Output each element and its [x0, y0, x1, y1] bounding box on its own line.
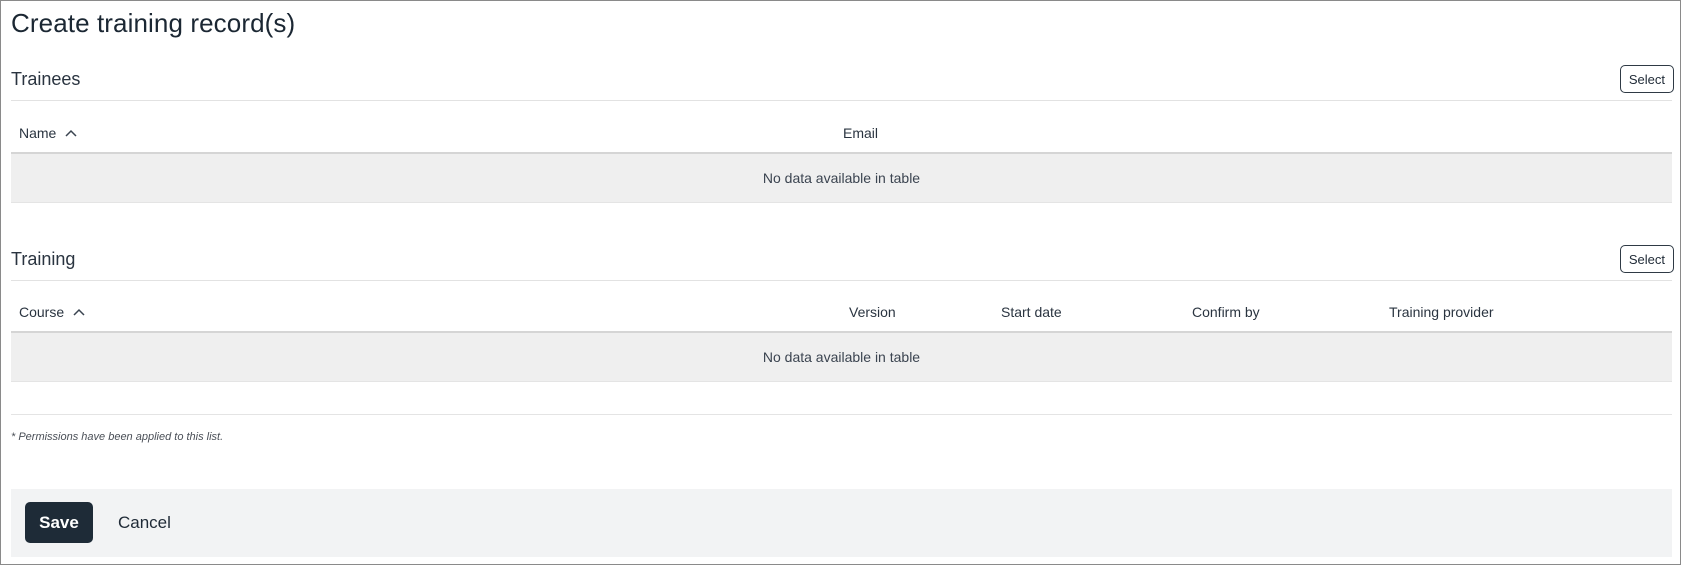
permissions-note: * Permissions have been applied to this … — [11, 431, 224, 443]
column-header-start-date[interactable]: Start date — [1001, 304, 1062, 320]
dialog-frame: Create training record(s) Trainees Selec… — [0, 0, 1681, 565]
page-title: Create training record(s) — [11, 8, 296, 38]
column-header-training-provider[interactable]: Training provider — [1389, 304, 1494, 320]
training-table-header: Course Version Start date Confirm by Tra… — [11, 281, 1672, 333]
training-empty-message: No data available in table — [762, 349, 921, 365]
training-table: Course Version Start date Confirm by Tra… — [11, 281, 1672, 382]
footer-bar: Save Cancel — [11, 489, 1672, 557]
column-header-training-provider-label: Training provider — [1389, 304, 1494, 320]
column-header-course-label: Course — [19, 304, 65, 320]
trainees-select-button[interactable]: Select — [1619, 65, 1674, 93]
trainees-section-title: Trainees — [11, 69, 81, 89]
trainees-empty-row: No data available in table — [11, 154, 1672, 203]
column-header-confirm-by-label: Confirm by — [1192, 304, 1260, 320]
chevron-up-icon — [73, 308, 85, 316]
column-header-email-label: Email — [843, 125, 879, 141]
trainees-section-header: Trainees Select — [11, 65, 1674, 101]
trainees-table-header: Name Email — [11, 102, 1672, 154]
column-header-confirm-by[interactable]: Confirm by — [1192, 304, 1260, 320]
trainees-empty-message: No data available in table — [762, 170, 921, 186]
save-button[interactable]: Save — [25, 502, 93, 543]
chevron-up-icon — [65, 129, 77, 137]
column-header-name-label: Name — [19, 125, 57, 141]
trainees-table: Name Email No data available in table — [11, 102, 1672, 203]
column-header-start-date-label: Start date — [1001, 304, 1062, 320]
divider — [11, 414, 1672, 415]
column-header-email[interactable]: Email — [843, 125, 878, 141]
column-header-version[interactable]: Version — [849, 304, 896, 320]
column-header-course[interactable]: Course — [19, 304, 86, 320]
column-header-version-label: Version — [849, 304, 896, 320]
training-section-title: Training — [11, 249, 76, 269]
column-header-name[interactable]: Name — [19, 125, 78, 141]
cancel-button[interactable]: Cancel — [115, 502, 174, 543]
training-section-header: Training Select — [11, 245, 1674, 281]
training-empty-row: No data available in table — [11, 333, 1672, 382]
training-select-button[interactable]: Select — [1619, 245, 1674, 273]
